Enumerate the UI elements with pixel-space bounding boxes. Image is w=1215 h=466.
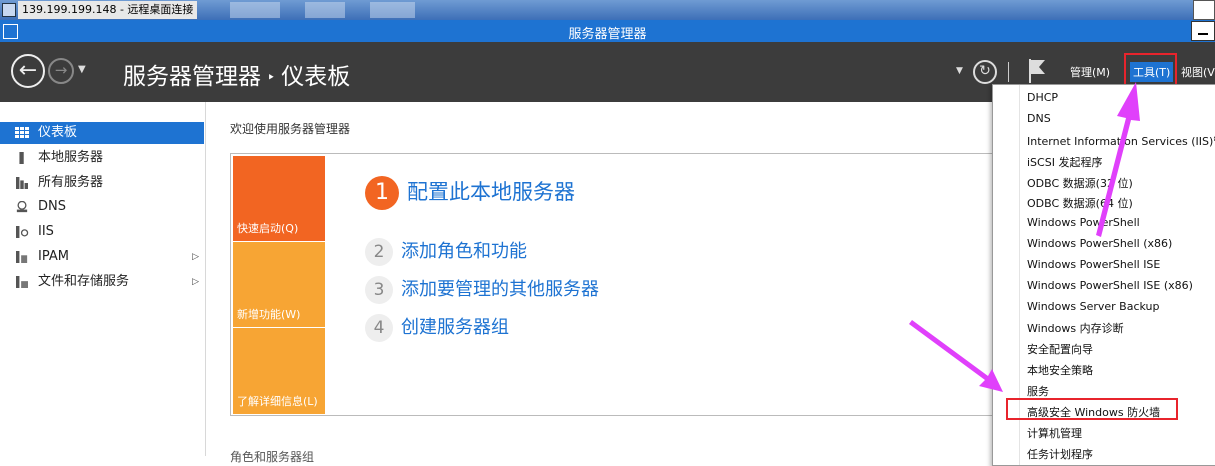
breadcrumb-page: 仪表板 xyxy=(281,64,351,90)
tile-quick-start[interactable]: 快速启动(Q) xyxy=(233,156,325,241)
step-label: 配置此本地服务器 xyxy=(407,180,575,204)
breadcrumb: 服务器管理器 ‣ 仪表板 xyxy=(123,57,350,91)
sidebar-item-label: 仪表板 xyxy=(38,125,78,140)
tools-menu-item[interactable]: 计算机管理 xyxy=(1027,425,1082,441)
tools-menu-item[interactable]: 任务计划程序 xyxy=(1027,446,1093,462)
sidebar-item-iis[interactable]: IIS xyxy=(0,221,204,243)
step-create-server-group[interactable]: 4 创建服务器组 xyxy=(365,313,509,342)
tools-menu-item[interactable]: Windows PowerShell (x86) xyxy=(1027,237,1172,250)
arrow-left-icon: ← xyxy=(18,58,38,83)
dns-icon xyxy=(16,201,28,213)
window-title-bar: 服务器管理器 xyxy=(0,20,1215,42)
sidebar-item-label: 文件和存储服务 xyxy=(38,274,130,289)
step-label: 添加要管理的其他服务器 xyxy=(401,279,599,300)
rdp-title: 139.199.199.148 - 远程桌面连接 xyxy=(18,1,198,19)
welcome-heading: 欢迎使用服务器管理器 xyxy=(230,122,351,136)
step-number: 3 xyxy=(365,276,393,304)
step-number: 2 xyxy=(365,238,393,266)
sidebar-item-all-servers[interactable]: 所有服务器 xyxy=(0,172,204,194)
iis-icon xyxy=(16,226,29,238)
tile-label: 快速启动(Q) xyxy=(237,222,299,235)
breadcrumb-root[interactable]: 服务器管理器 xyxy=(123,64,261,90)
sidebar-item-label: IPAM xyxy=(38,249,69,264)
tile-whats-new[interactable]: 新增功能(W) xyxy=(233,242,325,327)
tile-label: 新增功能(W) xyxy=(237,308,301,321)
sidebar-item-file-storage[interactable]: 文件和存储服务 ▷ xyxy=(0,271,204,293)
sidebar-item-label: DNS xyxy=(38,199,66,214)
step-label: 创建服务器组 xyxy=(401,317,509,338)
step-add-servers[interactable]: 3 添加要管理的其他服务器 xyxy=(365,275,599,304)
tools-menu-item[interactable]: Internet Information Services (IIS)管 xyxy=(1027,133,1215,149)
blurred-region xyxy=(305,2,345,18)
forward-button[interactable]: → xyxy=(48,58,74,84)
back-button[interactable]: ← xyxy=(11,54,45,88)
tools-menu-item[interactable]: Windows PowerShell ISE (x86) xyxy=(1027,279,1193,292)
menu-manage[interactable]: 管理(M) xyxy=(1070,64,1110,80)
ipam-icon xyxy=(16,251,28,263)
step-configure-local-server[interactable]: 1 配置此本地服务器 xyxy=(365,176,575,210)
rdp-restore-button[interactable] xyxy=(1193,0,1215,20)
refresh-dropdown-button[interactable]: ▼ xyxy=(956,66,963,76)
dashboard-icon xyxy=(15,127,29,138)
step-number: 1 xyxy=(365,176,399,210)
roles-section-header: 角色和服务器组 xyxy=(230,450,315,464)
step-label: 添加角色和功能 xyxy=(401,241,527,262)
chevron-down-icon: ▼ xyxy=(956,66,963,76)
notification-flag-icon[interactable] xyxy=(1027,58,1047,84)
tools-menu-item[interactable]: Windows Server Backup xyxy=(1027,300,1160,313)
tools-menu-item[interactable]: 本地安全策略 xyxy=(1027,362,1093,378)
sidebar: 仪表板 本地服务器 所有服务器 DNS IIS IPAM ▷ 文件和存储服务 ▷ xyxy=(0,102,206,456)
refresh-button[interactable]: ↻ xyxy=(973,60,997,84)
history-dropdown-button[interactable]: ▼ xyxy=(78,64,86,75)
tools-menu-item[interactable]: 安全配置向导 xyxy=(1027,341,1093,357)
tools-menu-item[interactable]: 服务 xyxy=(1027,383,1049,399)
server-icon xyxy=(19,152,24,164)
tile-learn-more[interactable]: 了解详细信息(L) xyxy=(233,328,325,414)
menu-view[interactable]: 视图(V xyxy=(1181,64,1215,80)
expand-arrow-icon[interactable]: ▷ xyxy=(192,271,199,293)
file-storage-icon xyxy=(16,276,28,288)
sidebar-item-local-server[interactable]: 本地服务器 xyxy=(0,147,204,169)
tools-menu-item[interactable]: DNS xyxy=(1027,112,1051,125)
firewall-highlight-box xyxy=(1006,398,1178,420)
quick-start-panel: 快速启动(Q) 新增功能(W) 了解详细信息(L) 1 配置此本地服务器 2 添加角… xyxy=(230,153,1000,416)
refresh-icon: ↻ xyxy=(979,63,991,79)
arrow-right-icon: → xyxy=(54,61,68,79)
tile-label: 了解详细信息(L) xyxy=(237,395,318,408)
chevron-down-icon: ▼ xyxy=(78,64,86,75)
tools-menu-item[interactable]: Windows 内存诊断 xyxy=(1027,320,1124,336)
step-add-roles[interactable]: 2 添加角色和功能 xyxy=(365,237,527,266)
tools-menu-item[interactable]: Windows PowerShell ISE xyxy=(1027,258,1160,271)
tools-menu-item[interactable]: ODBC 数据源(32 位) xyxy=(1027,175,1133,191)
breadcrumb-separator: ‣ xyxy=(267,69,276,86)
tools-menu-item[interactable]: iSCSI 发起程序 xyxy=(1027,154,1102,170)
sidebar-item-ipam[interactable]: IPAM ▷ xyxy=(0,246,204,268)
window-title: 服务器管理器 xyxy=(568,27,647,42)
sidebar-item-label: 所有服务器 xyxy=(38,175,104,190)
expand-arrow-icon[interactable]: ▷ xyxy=(192,246,199,268)
tools-menu-item[interactable]: DHCP xyxy=(1027,91,1058,104)
step-number: 4 xyxy=(365,314,393,342)
tools-menu-item[interactable]: Windows PowerShell xyxy=(1027,216,1140,229)
sidebar-item-dns[interactable]: DNS xyxy=(0,196,204,218)
sidebar-item-label: 本地服务器 xyxy=(38,150,104,165)
rdp-title-bar: 139.199.199.148 - 远程桌面连接 xyxy=(0,0,1215,20)
blurred-region xyxy=(370,2,415,18)
servers-icon xyxy=(16,177,28,189)
rdp-app-icon xyxy=(2,3,16,17)
tools-menu-item[interactable]: ODBC 数据源(64 位) xyxy=(1027,195,1133,211)
minimize-button[interactable] xyxy=(1191,21,1215,41)
sidebar-item-label: IIS xyxy=(38,224,54,239)
header-divider xyxy=(1008,62,1009,82)
blurred-region xyxy=(230,2,280,18)
sidebar-item-dashboard[interactable]: 仪表板 xyxy=(0,122,204,144)
